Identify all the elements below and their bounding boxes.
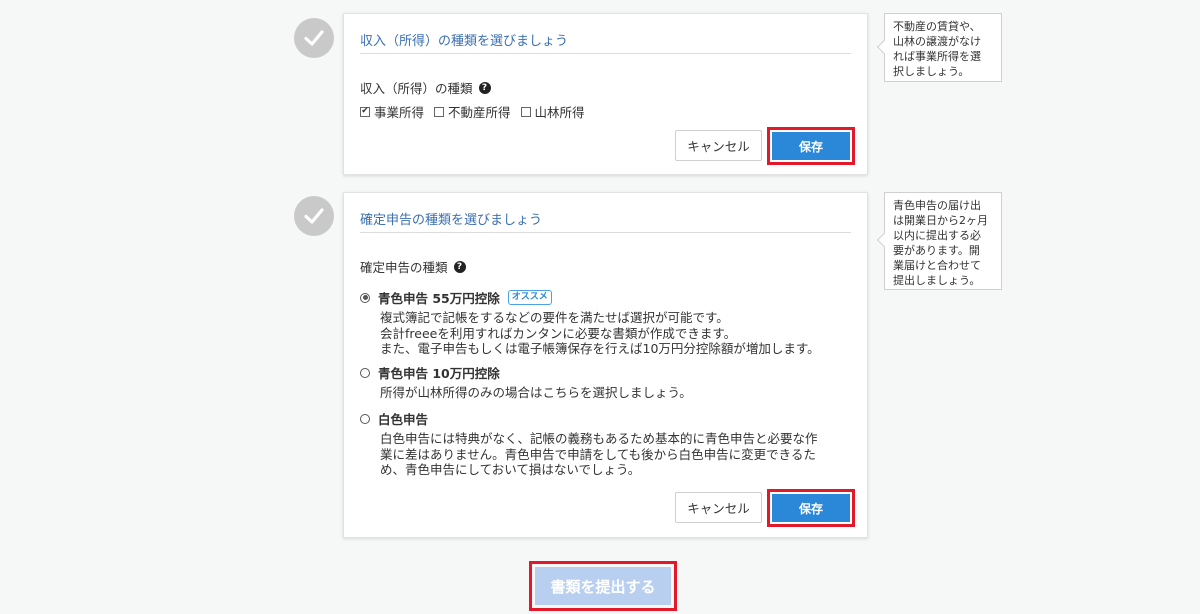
submit-documents-button[interactable]: 書類を提出する	[535, 567, 671, 605]
tooltip-line: 業届けと合わせて	[893, 259, 981, 272]
option-label: 山林所得	[534, 105, 585, 120]
tooltip-line: 択しましょう。	[893, 65, 970, 78]
option-white[interactable]: 白色申告 白色申告には特典がなく、記帳の義務もあるため基本的に青色申告と必要な作…	[360, 409, 818, 478]
option-blue-10[interactable]: 青色申告 10万円控除 所得が山林所得のみの場合はこちらを選択しましょう。	[360, 363, 692, 401]
option-title: 白色申告	[378, 412, 429, 427]
option-title: 青色申告 55万円控除	[378, 291, 500, 306]
income-hint-tooltip: 不動産の賃貸や、 山林の譲渡がなけ れば事業所得を選 択しましょう。	[876, 13, 1002, 82]
income-section-title: 収入（所得）の種類を選びましょう	[360, 34, 569, 49]
recommended-badge: オススメ	[507, 290, 552, 305]
checkbox-checked-icon[interactable]: ✔	[360, 106, 370, 117]
filing-type-label: 確定申告の種類 ?	[360, 257, 466, 276]
option-desc-line: また、電子申告もしくは電子帳簿保存を行えば10万円分控除額が増加します。	[380, 341, 820, 356]
step-complete-icon	[294, 18, 334, 58]
submit-button-highlight: 書類を提出する	[529, 561, 677, 611]
tooltip-line: 山林の譲渡がなけ	[893, 35, 981, 48]
option-desc-line: 複式簿記で記帳をするなどの要件を満たせば選択が可能です。	[380, 310, 729, 325]
option-forest-income[interactable]: 山林所得	[520, 102, 585, 121]
option-real-estate-income[interactable]: 不動産所得	[434, 102, 511, 121]
filing-type-card: 確定申告の種類を選びましょう 確定申告の種類 ? 青色申告 55万円控除 オスス…	[343, 192, 868, 538]
option-blue-55[interactable]: 青色申告 55万円控除 オススメ 複式簿記で記帳をするなどの要件を満たせば選択が…	[360, 288, 820, 357]
tooltip-line: 青色申告の届け出	[893, 199, 981, 212]
option-label: 事業所得	[374, 105, 425, 120]
radio-icon[interactable]	[360, 367, 370, 378]
cancel-button[interactable]: キャンセル	[675, 492, 762, 523]
help-icon[interactable]: ?	[478, 81, 491, 94]
filing-hint-tooltip: 青色申告の届け出 は開業日から2ヶ月 以内に提出する必 要があります。開 業届け…	[876, 192, 1002, 290]
save-button-highlight: 保存	[767, 127, 855, 165]
option-desc-line: 会計freeeを利用すればカンタンに必要な書類が作成できます。	[380, 325, 737, 341]
divider	[360, 232, 851, 233]
step-complete-icon	[294, 196, 334, 236]
option-business-income[interactable]: ✔ 事業所得	[360, 102, 424, 121]
divider	[360, 53, 851, 54]
checkbox-icon[interactable]	[520, 106, 531, 117]
income-type-label: 収入（所得）の種類 ?	[360, 78, 491, 97]
help-icon[interactable]: ?	[453, 260, 466, 273]
radio-icon[interactable]	[360, 413, 370, 424]
option-desc-line: 白色申告には特典がなく、記帳の義務もあるため基本的に青色申告と必要な作	[380, 431, 818, 446]
filing-type-label-text: 確定申告の種類	[360, 260, 448, 275]
tooltip-line: 不動産の賃貸や、	[893, 20, 981, 33]
tooltip-line: れば事業所得を選	[893, 50, 981, 63]
tooltip-line: 提出しましょう。	[893, 274, 981, 287]
filing-section-title: 確定申告の種類を選びましょう	[360, 213, 543, 228]
tooltip-arrow	[876, 39, 892, 55]
income-type-options: ✔ 事業所得 不動産所得 山林所得	[360, 102, 585, 121]
tooltip-line: は開業日から2ヶ月	[893, 214, 988, 227]
tooltip-line: 要があります。開	[893, 244, 980, 257]
income-type-card: 収入（所得）の種類を選びましょう 収入（所得）の種類 ? ✔ 事業所得 不動産所…	[343, 13, 868, 175]
option-title: 青色申告 10万円控除	[378, 366, 500, 381]
radio-selected-icon[interactable]	[360, 292, 370, 303]
option-desc-line: 所得が山林所得のみの場合はこちらを選択しましょう。	[380, 385, 692, 400]
save-button[interactable]: 保存	[772, 132, 850, 160]
cancel-button[interactable]: キャンセル	[675, 130, 762, 161]
option-desc-line: 業に差はありません。青色申告で申請をしても後から白色申告に変更できるた	[380, 446, 816, 462]
tooltip-arrow	[876, 232, 892, 248]
tooltip-line: 以内に提出する必	[893, 229, 981, 242]
income-type-label-text: 収入（所得）の種類	[360, 81, 473, 96]
option-desc-line: め、青色申告にしておいて損はないでしょう。	[380, 462, 641, 477]
save-button[interactable]: 保存	[772, 494, 850, 522]
checkbox-icon[interactable]	[434, 106, 445, 117]
option-label: 不動産所得	[448, 105, 511, 120]
save-button-highlight: 保存	[767, 489, 855, 527]
